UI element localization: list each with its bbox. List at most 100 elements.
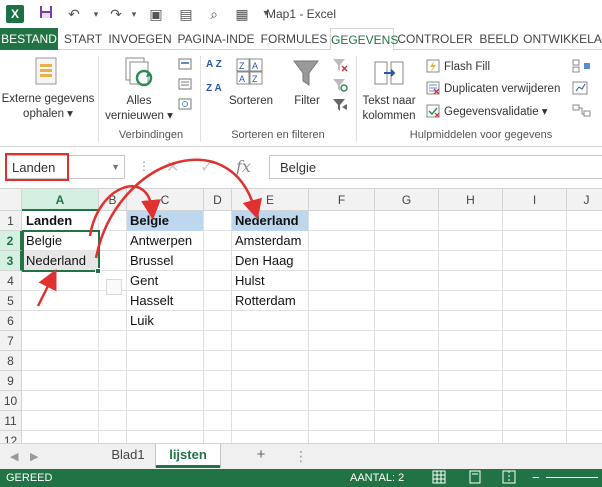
- previous-sheet-icon[interactable]: ◀: [10, 450, 18, 463]
- column-header-f[interactable]: F: [309, 189, 375, 211]
- cancel-entry-icon[interactable]: ✕: [166, 157, 179, 177]
- external-data-icon[interactable]: [34, 56, 60, 89]
- tab-formules[interactable]: FORMULES: [259, 28, 329, 50]
- tab-controleren[interactable]: CONTROLER: [395, 28, 475, 50]
- formula-bar: Landen ▼ ⋮ ✕ ✓ fx Belgie: [0, 147, 602, 189]
- advanced-filter-icon[interactable]: [332, 98, 348, 115]
- consolidate-icon[interactable]: [572, 59, 592, 76]
- column-header-g[interactable]: G: [375, 189, 439, 211]
- tab-pagina-indeling[interactable]: PAGINA-INDE: [174, 28, 258, 50]
- column-header-d[interactable]: D: [204, 189, 232, 211]
- cell-c3[interactable]: Brussel: [127, 251, 203, 271]
- column-header-i[interactable]: I: [503, 189, 567, 211]
- quick-analysis-icon[interactable]: [106, 279, 122, 295]
- chevron-down-icon[interactable]: ▼: [111, 162, 120, 172]
- edit-links-icon[interactable]: [178, 98, 192, 113]
- what-if-icon[interactable]: [572, 81, 592, 98]
- clear-filter-icon[interactable]: [332, 58, 348, 75]
- text-to-columns-label-line1[interactable]: Tekst naar: [358, 94, 420, 108]
- select-all-corner[interactable]: [0, 189, 22, 211]
- title-bar: X ↶ ▾ ↷ ▾ ▣ ▤ ⌕ ▦ ▾ Map1 - Excel: [0, 0, 602, 28]
- cell-c2[interactable]: Antwerpen: [127, 231, 203, 251]
- confirm-entry-icon[interactable]: ✓: [200, 157, 213, 177]
- text-to-columns-icon[interactable]: [374, 60, 404, 91]
- row-header-7[interactable]: 7: [0, 331, 22, 351]
- data-validation-icon[interactable]: [426, 104, 440, 121]
- tab-start[interactable]: START: [60, 28, 106, 50]
- cell-a1[interactable]: Landen: [23, 211, 98, 231]
- next-sheet-icon[interactable]: ▶: [30, 450, 38, 463]
- more-options-icon[interactable]: ⋮: [294, 448, 308, 465]
- fill-handle[interactable]: [95, 268, 101, 274]
- tab-invoegen[interactable]: INVOEGEN: [107, 28, 173, 50]
- filter-icon[interactable]: [292, 58, 320, 91]
- cell-e5[interactable]: Rotterdam: [232, 291, 308, 311]
- sort-a-z-icon[interactable]: A Z: [206, 60, 222, 70]
- cell-e2[interactable]: Amsterdam: [232, 231, 308, 251]
- cell-e3[interactable]: Den Haag: [232, 251, 308, 271]
- column-header-h[interactable]: H: [439, 189, 503, 211]
- sort-label[interactable]: Sorteren: [222, 94, 280, 108]
- more-options-icon[interactable]: ⋮: [138, 159, 150, 173]
- ribbon-gegevens: Externe gegevens ophalen ▾ Alles vernieu…: [0, 50, 602, 147]
- status-bar: GEREED AANTAL: 2 −: [0, 469, 602, 487]
- column-header-e[interactable]: E: [232, 189, 309, 211]
- properties-icon[interactable]: [178, 78, 192, 93]
- tab-bestand[interactable]: BESTAND: [0, 28, 58, 50]
- row-header-12[interactable]: 12: [0, 431, 22, 443]
- cell-c4[interactable]: Gent: [127, 271, 203, 291]
- connections-icon[interactable]: [178, 58, 192, 73]
- row-header-11[interactable]: 11: [0, 411, 22, 431]
- sort-z-a-icon[interactable]: Z A: [206, 84, 222, 94]
- cell-c1[interactable]: Belgie: [127, 211, 203, 231]
- sort-dialog-icon[interactable]: ZAAZ: [236, 58, 264, 89]
- row-header-3[interactable]: 3: [0, 251, 22, 271]
- refresh-all-label-line2[interactable]: vernieuwen ▾: [104, 109, 174, 123]
- zoom-out-icon[interactable]: −: [532, 470, 540, 485]
- row-header-1[interactable]: 1: [0, 211, 22, 231]
- cell-e1[interactable]: Nederland: [232, 211, 308, 231]
- spreadsheet-grid[interactable]: A B C D E F G H I J 1 2 3 4 5 6 7 8 9 10…: [0, 189, 602, 443]
- row-header-6[interactable]: 6: [0, 311, 22, 331]
- external-data-label-line1[interactable]: Externe gegevens: [0, 92, 96, 106]
- tab-gegevens[interactable]: GEGEVENS: [330, 28, 398, 51]
- column-header-c[interactable]: C: [127, 189, 204, 211]
- filter-label[interactable]: Filter: [286, 94, 328, 108]
- refresh-all-label-line1[interactable]: Alles: [104, 94, 174, 108]
- page-layout-view-icon[interactable]: [468, 470, 482, 487]
- gridline: [566, 211, 567, 443]
- flash-fill-icon[interactable]: [426, 59, 440, 76]
- row-header-5[interactable]: 5: [0, 291, 22, 311]
- row-header-8[interactable]: 8: [0, 351, 22, 371]
- tab-beeld[interactable]: BEELD: [476, 28, 522, 50]
- column-header-j[interactable]: J: [567, 189, 602, 211]
- refresh-all-icon[interactable]: [124, 56, 154, 91]
- data-validation-label[interactable]: Gegevensvalidatie ▾: [444, 105, 548, 119]
- column-header-b[interactable]: B: [99, 189, 127, 211]
- formula-input[interactable]: Belgie: [269, 155, 602, 179]
- sheet-tab-lijsten[interactable]: lijsten: [156, 444, 220, 468]
- text-to-columns-label-line2[interactable]: kolommen: [358, 109, 420, 123]
- tab-ontwikkelaars[interactable]: ONTWIKKELA: [523, 28, 602, 50]
- insert-function-icon[interactable]: fx: [236, 157, 251, 176]
- row-header-10[interactable]: 10: [0, 391, 22, 411]
- cell-c6[interactable]: Luik: [127, 311, 203, 331]
- remove-duplicates-label[interactable]: Duplicaten verwijderen: [444, 82, 560, 96]
- row-header-2[interactable]: 2: [0, 231, 22, 251]
- relationships-icon[interactable]: [572, 104, 592, 121]
- reapply-filter-icon[interactable]: [332, 78, 348, 95]
- row-header-9[interactable]: 9: [0, 371, 22, 391]
- external-data-label-line2[interactable]: ophalen ▾: [0, 107, 96, 121]
- remove-duplicates-icon[interactable]: [426, 81, 440, 98]
- normal-view-icon[interactable]: [432, 470, 446, 487]
- column-header-a[interactable]: A: [22, 189, 99, 211]
- flash-fill-label[interactable]: Flash Fill: [444, 60, 490, 74]
- add-sheet-icon[interactable]: +: [250, 444, 272, 468]
- zoom-slider[interactable]: [546, 477, 598, 478]
- row-header-4[interactable]: 4: [0, 271, 22, 291]
- page-break-view-icon[interactable]: [502, 470, 516, 487]
- cell-c5[interactable]: Hasselt: [127, 291, 203, 311]
- gridline: [22, 410, 602, 411]
- sheet-tab-blad1[interactable]: Blad1: [104, 444, 152, 468]
- cell-e4[interactable]: Hulst: [232, 271, 308, 291]
